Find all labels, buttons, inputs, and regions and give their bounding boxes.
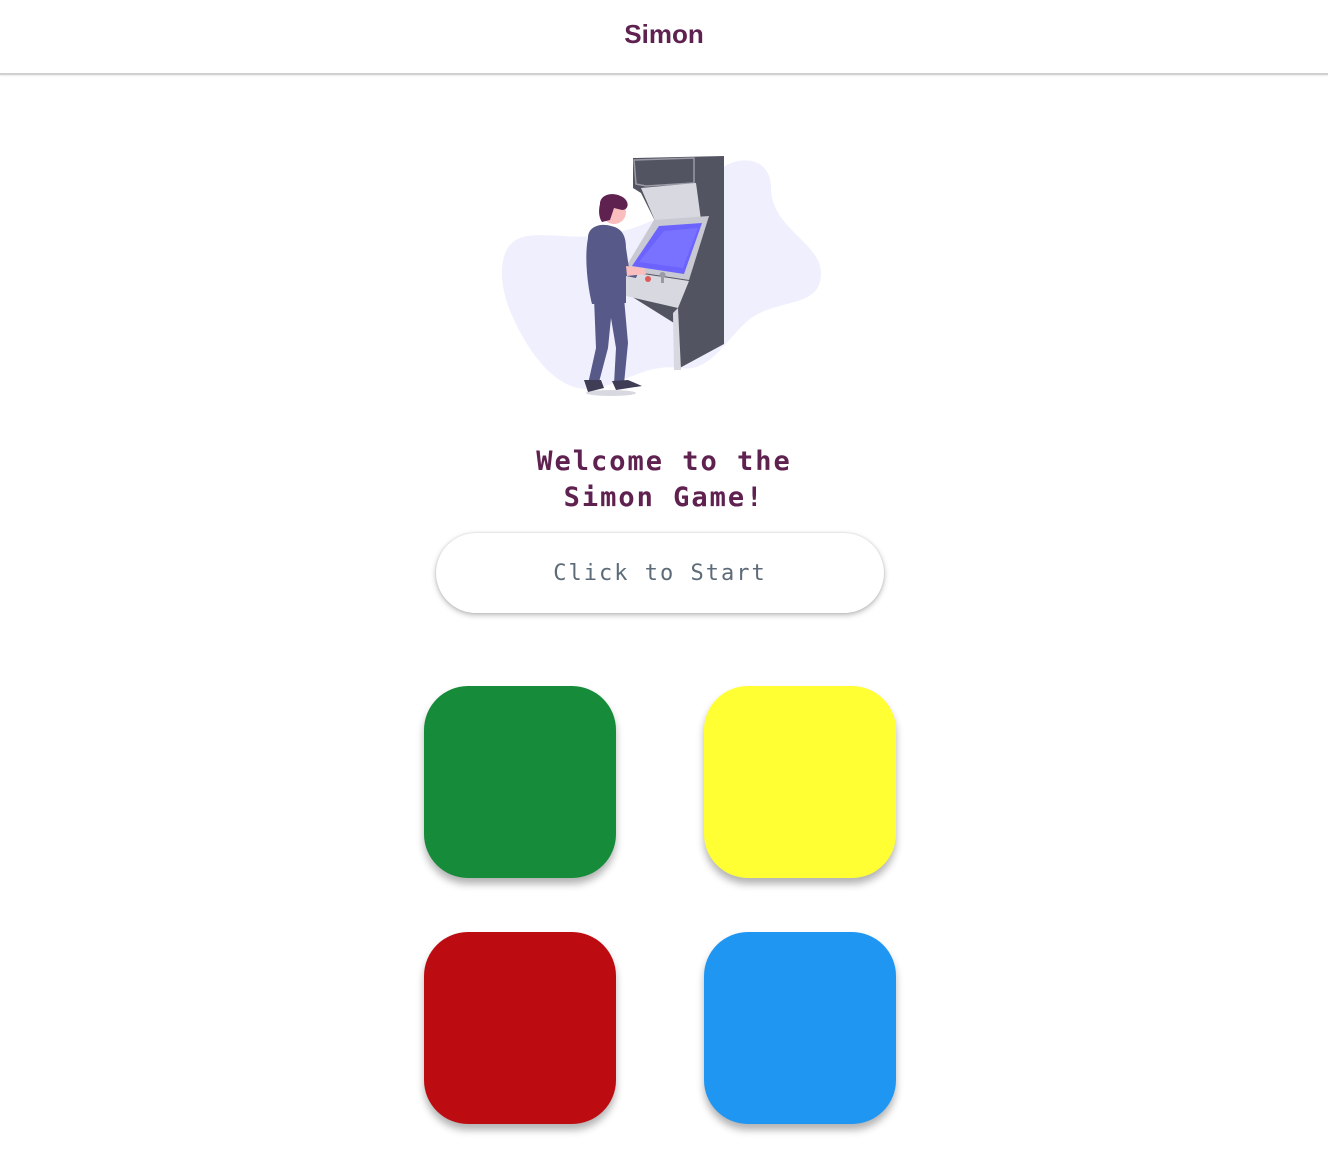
welcome-heading: Welcome to the Simon Game!	[414, 444, 914, 516]
yellow-pad[interactable]	[704, 686, 896, 878]
app-header: Simon	[0, 0, 1328, 75]
red-pad[interactable]	[424, 932, 616, 1124]
green-pad[interactable]	[424, 686, 616, 878]
blue-pad[interactable]	[704, 932, 896, 1124]
arcade-player-illustration	[501, 156, 821, 396]
welcome-line-2: Simon Game!	[563, 482, 765, 513]
app-title: Simon	[624, 19, 704, 49]
start-button[interactable]: Click to Start	[436, 533, 884, 613]
welcome-line-1: Welcome to the	[536, 446, 792, 477]
